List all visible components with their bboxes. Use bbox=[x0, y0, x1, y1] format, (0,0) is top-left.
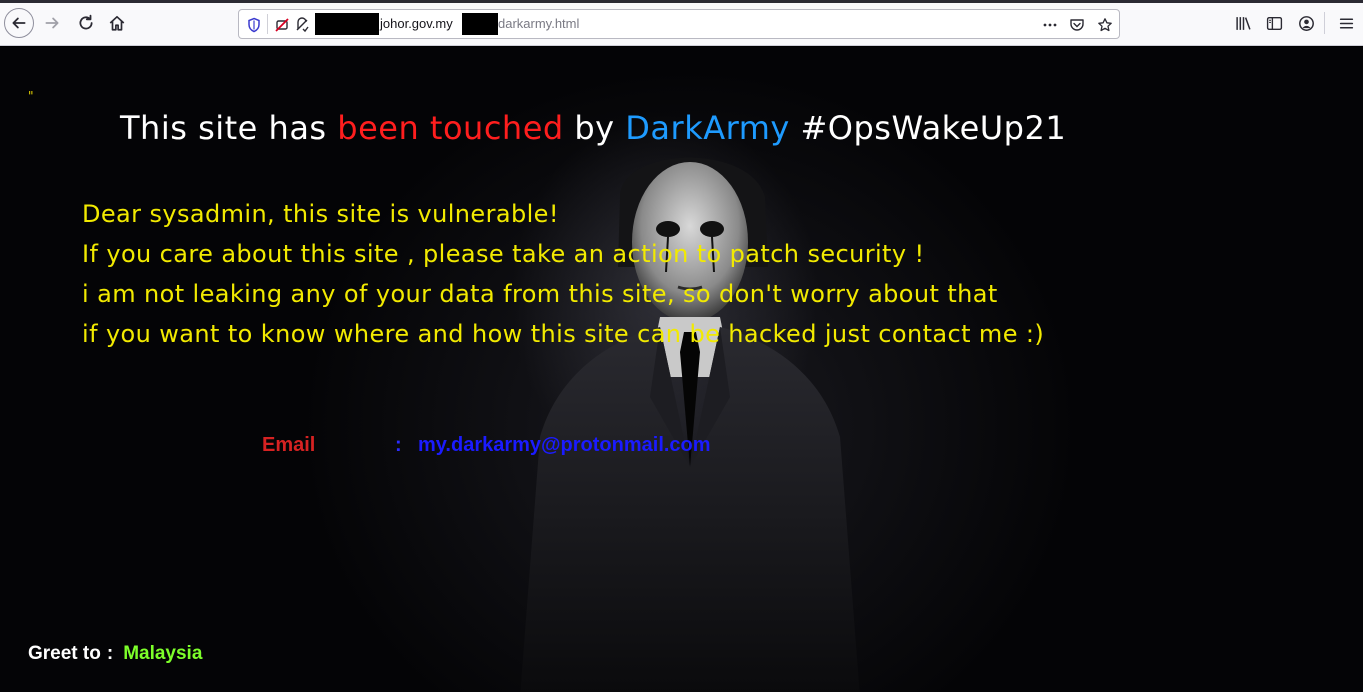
redacted-url-part bbox=[315, 13, 379, 35]
shield-icon[interactable] bbox=[245, 16, 263, 34]
arrow-right-icon bbox=[45, 17, 59, 29]
greet-row: Greet to: Malaysia bbox=[28, 643, 202, 665]
greet-colon: : bbox=[106, 643, 114, 664]
url-bar[interactable]: johor.gov.my darkarmy.html bbox=[238, 9, 1120, 39]
library-button[interactable] bbox=[1232, 12, 1254, 34]
greet-label: Greet to bbox=[28, 643, 101, 664]
headline-text: This site has bbox=[120, 109, 338, 147]
ellipsis-icon bbox=[1043, 23, 1057, 27]
email-address-link[interactable]: my.darkarmy@protonmail.com bbox=[418, 434, 711, 457]
page-headline: This site has been touched by DarkArmy #… bbox=[120, 109, 1066, 147]
menu-button[interactable] bbox=[1335, 12, 1357, 34]
hamburger-menu-icon bbox=[1339, 17, 1353, 29]
redacted-url-part bbox=[462, 13, 498, 35]
headline-text: by bbox=[563, 109, 626, 147]
page-actions-button[interactable] bbox=[1041, 16, 1059, 34]
url-path: darkarmy.html bbox=[498, 16, 580, 31]
back-button[interactable] bbox=[4, 8, 34, 38]
tracking-blocked-icon[interactable] bbox=[273, 16, 291, 34]
defaced-page: " This site has been touched by DarkArmy… bbox=[0, 47, 1363, 692]
message-line: i am not leaking any of your data from t… bbox=[82, 280, 998, 308]
message-line: If you care about this site , please tak… bbox=[82, 240, 925, 268]
url-separator bbox=[267, 14, 268, 34]
bookmark-button[interactable] bbox=[1096, 16, 1114, 34]
stray-quote-mark: " bbox=[28, 89, 34, 103]
toolbar-separator bbox=[1324, 12, 1325, 34]
pocket-icon bbox=[1070, 19, 1084, 31]
sidebar-button[interactable] bbox=[1263, 12, 1285, 34]
email-colon: : bbox=[395, 434, 402, 456]
browser-toolbar: johor.gov.my darkarmy.html bbox=[0, 0, 1363, 46]
reload-icon bbox=[79, 14, 93, 30]
greet-value: Malaysia bbox=[123, 643, 203, 664]
arrow-left-icon bbox=[12, 17, 26, 29]
message-line: Dear sysadmin, this site is vulnerable! bbox=[82, 200, 559, 228]
home-icon bbox=[109, 15, 125, 31]
account-icon bbox=[1298, 15, 1314, 31]
star-icon bbox=[1098, 18, 1112, 32]
forward-button[interactable] bbox=[38, 9, 66, 37]
message-line: if you want to know where and how this s… bbox=[82, 320, 1045, 348]
url-host: johor.gov.my bbox=[380, 16, 453, 31]
permissions-icon[interactable] bbox=[293, 16, 311, 34]
headline-hashtag: #OpsWakeUp21 bbox=[789, 109, 1067, 147]
home-button[interactable] bbox=[103, 9, 131, 37]
library-icon bbox=[1235, 16, 1251, 30]
reload-button[interactable] bbox=[72, 9, 100, 37]
email-label: Email bbox=[262, 434, 316, 456]
sidebar-icon bbox=[1266, 16, 1282, 30]
tab-strip-edge bbox=[0, 0, 1363, 3]
account-button[interactable] bbox=[1295, 12, 1317, 34]
headline-group-name: DarkArmy bbox=[625, 109, 790, 147]
pocket-button[interactable] bbox=[1068, 16, 1086, 34]
headline-highlight: been touched bbox=[337, 109, 564, 147]
